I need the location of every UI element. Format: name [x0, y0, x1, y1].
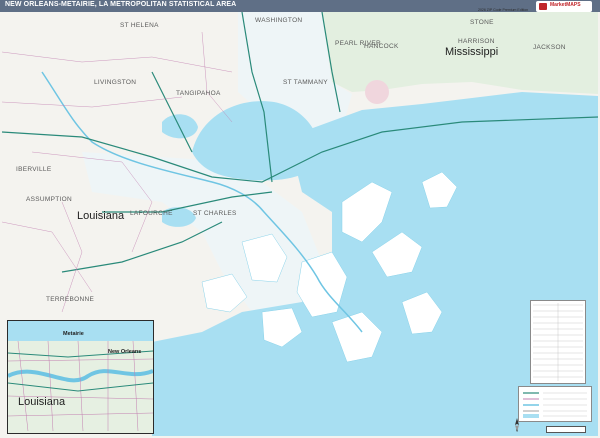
inset-city-label: Metairie — [63, 331, 84, 337]
inset-state-label: Louisiana — [18, 396, 66, 408]
zip-index-rows — [533, 303, 583, 381]
place-marker — [365, 80, 389, 104]
county-label: STONE — [470, 19, 494, 26]
map-title: NEW ORLEANS-METAIRIE, LA METROPOLITAN ST… — [5, 1, 237, 8]
county-label: LAFOURCHE — [130, 210, 173, 217]
scale-bar — [546, 426, 586, 433]
county-label: ASSUMPTION — [26, 196, 72, 203]
inset-canvas — [8, 321, 153, 432]
inset-city-label: New Orleans — [108, 349, 142, 355]
county-label: LIVINGSTON — [94, 79, 137, 86]
state-label: Mississippi — [445, 46, 499, 58]
compass-icon: N — [510, 418, 524, 433]
county-label: TANGIPAHOA — [176, 90, 221, 97]
county-label: ST TAMMANY — [283, 79, 328, 86]
legend-keys-canvas — [523, 392, 587, 418]
legend-box — [518, 386, 592, 422]
brand-logo: MarketMAPS — [536, 1, 592, 12]
zip-index-table — [530, 300, 586, 384]
county-label: JACKSON — [533, 44, 566, 51]
county-label: HANCOCK — [364, 43, 399, 50]
inset-river — [8, 369, 153, 383]
county-label: HARRISON — [458, 38, 495, 45]
county-label: WASHINGTON — [255, 17, 303, 24]
brand-name: MarketMAPS — [550, 2, 581, 8]
county-label: ST CHARLES — [193, 210, 237, 217]
county-label: ST HELENA — [120, 22, 159, 29]
compass-label: N — [516, 429, 518, 433]
county-label: IBERVILLE — [16, 166, 52, 173]
map-frame: NEW ORLEANS-METAIRIE, LA METROPOLITAN ST… — [0, 0, 600, 438]
inset-map[interactable]: Metairie New Orleans Louisiana — [7, 320, 154, 434]
county-label: TERREBONNE — [46, 296, 95, 303]
state-label: Louisiana — [77, 210, 125, 222]
brand-icon — [539, 3, 547, 10]
